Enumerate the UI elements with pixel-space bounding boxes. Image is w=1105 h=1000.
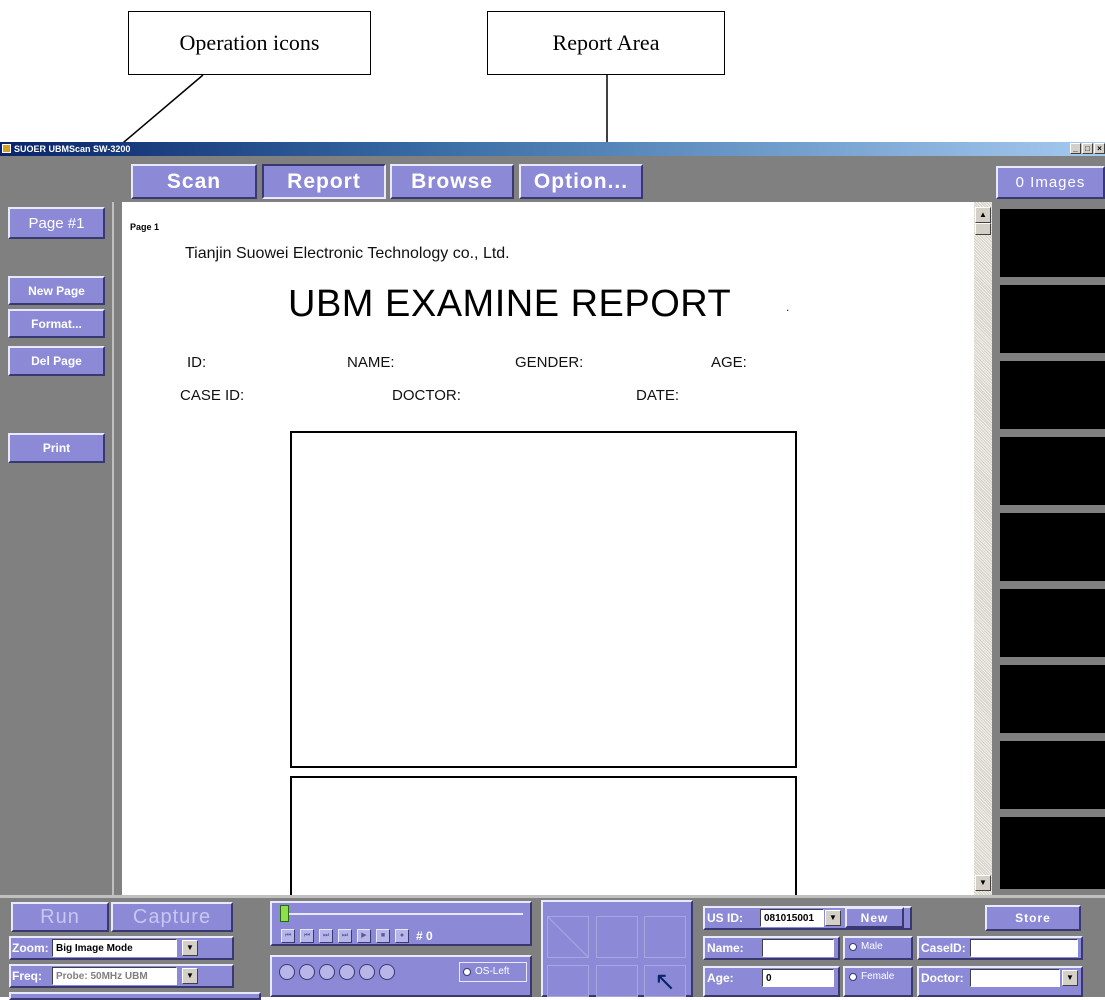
scroll-up-button[interactable]: ▲	[975, 207, 991, 223]
playback-slider-track[interactable]	[283, 913, 523, 915]
maximize-button[interactable]: □	[1082, 143, 1093, 154]
field-age: AGE:	[711, 354, 747, 371]
tab-scan[interactable]: Scan	[131, 164, 257, 199]
first-frame-icon[interactable]: ⏮	[281, 929, 295, 943]
thumbnail-slot[interactable]	[1000, 741, 1105, 809]
clock-icon[interactable]	[319, 964, 335, 980]
frame-counter: # 0	[416, 929, 433, 943]
clock-icon[interactable]	[279, 964, 295, 980]
last-frame-icon[interactable]: ⏭	[338, 929, 352, 943]
thumbnail-slot[interactable]	[1000, 589, 1105, 657]
operation-sidebar	[0, 202, 114, 895]
zoom-select[interactable]: Big Image Mode	[52, 939, 177, 957]
freq-dropdown-icon[interactable]: ▼	[182, 968, 198, 984]
line-tool-icon[interactable]	[547, 916, 589, 958]
os-left-radio[interactable]	[463, 968, 471, 976]
store-button[interactable]: Store	[985, 905, 1081, 931]
us-id-dropdown-icon[interactable]: ▼	[825, 910, 841, 926]
images-count-button[interactable]: 0 Images	[996, 166, 1105, 199]
clock-icon[interactable]	[299, 964, 315, 980]
report-title: UBM EXAMINE REPORT	[288, 283, 732, 325]
close-button[interactable]: ×	[1094, 143, 1105, 154]
thumbnail-slot[interactable]	[1000, 513, 1105, 581]
field-date: DATE:	[636, 387, 680, 404]
report-scrollbar[interactable]: ▲ ▼	[974, 202, 992, 895]
clock-icon[interactable]	[339, 964, 355, 980]
playback-slider-thumb[interactable]	[280, 905, 289, 922]
page-tag: Page 1	[130, 222, 160, 232]
report-image-box-2[interactable]	[290, 776, 797, 901]
extra-bar	[9, 992, 261, 1000]
clock-icon[interactable]	[359, 964, 375, 980]
company-name: Tianjin Suowei Electronic Technology co.…	[185, 245, 510, 262]
field-id: ID:	[187, 354, 207, 371]
tab-browse[interactable]: Browse	[390, 164, 514, 199]
field-case-id: CASE ID:	[180, 387, 245, 404]
thumbnail-slot[interactable]	[1000, 285, 1105, 353]
window-title-bar: SUOER UBMScan SW-3200 _ □ ×	[0, 142, 1105, 156]
age-label: Age:	[707, 971, 734, 985]
female-radio[interactable]	[849, 973, 857, 981]
male-radio[interactable]	[849, 943, 857, 951]
play-icon[interactable]: ▶	[357, 929, 371, 943]
caseid-label: CaseID:	[921, 941, 966, 955]
next-frame-icon[interactable]: ⏭	[319, 929, 333, 943]
caseid-input[interactable]	[970, 939, 1078, 957]
del-page-button[interactable]: Del Page	[8, 346, 105, 376]
zoom-dropdown-icon[interactable]: ▼	[182, 940, 198, 956]
male-label: Male	[861, 941, 883, 952]
field-doctor: DOCTOR:	[392, 387, 461, 404]
tool-slot[interactable]	[547, 965, 589, 997]
scroll-down-button[interactable]: ▼	[975, 875, 991, 891]
tool-slot[interactable]	[596, 965, 638, 997]
thumbnail-slot[interactable]	[1000, 361, 1105, 429]
run-button[interactable]: Run	[11, 902, 109, 932]
format-button[interactable]: Format...	[8, 309, 105, 338]
minimize-button[interactable]: _	[1070, 143, 1081, 154]
freq-select[interactable]: Probe: 50MHz UBM	[52, 967, 177, 985]
print-button[interactable]: Print	[8, 433, 105, 463]
stop-icon[interactable]: ■	[376, 929, 390, 943]
page-number-label: Page #1	[8, 207, 105, 239]
thumbnail-slot[interactable]	[1000, 817, 1105, 889]
record-icon[interactable]: ●	[395, 929, 409, 943]
field-name: NAME:	[347, 354, 395, 371]
thumbnail-slot[interactable]	[1000, 665, 1105, 733]
clock-icon[interactable]	[379, 964, 395, 980]
field-gender: GENDER:	[515, 354, 584, 371]
doctor-dropdown-icon[interactable]: ▼	[1062, 970, 1078, 986]
thumbnail-slot[interactable]	[1000, 437, 1105, 505]
us-id-label: US ID:	[707, 911, 743, 925]
name-label: Name:	[707, 941, 744, 955]
tab-report[interactable]: Report	[262, 164, 386, 199]
tool-slot[interactable]	[644, 916, 686, 958]
tool-slot[interactable]	[596, 916, 638, 958]
age-input[interactable]: 0	[762, 969, 834, 987]
window-title: SUOER UBMScan SW-3200	[14, 144, 131, 154]
name-input[interactable]	[762, 939, 834, 957]
new-page-button[interactable]: New Page	[8, 276, 105, 305]
female-label: Female	[861, 971, 895, 982]
us-id-select[interactable]: 081015001	[760, 909, 824, 927]
pointer-arrow-icon[interactable]: ↖	[644, 965, 686, 997]
new-patient-button[interactable]: New	[845, 907, 904, 928]
os-left-label: OS-Left	[475, 966, 510, 977]
title-dot: .	[786, 300, 790, 314]
app-icon	[2, 144, 11, 153]
tab-options[interactable]: Option...	[519, 164, 643, 199]
zoom-label: Zoom:	[12, 941, 49, 955]
scroll-thumb[interactable]	[975, 223, 991, 235]
doctor-label: Doctor:	[921, 971, 964, 985]
report-image-box-1[interactable]	[290, 431, 797, 768]
freq-label: Freq:	[12, 969, 42, 983]
thumbnail-slot[interactable]	[1000, 209, 1105, 277]
capture-button[interactable]: Capture	[111, 902, 233, 932]
doctor-select[interactable]	[970, 969, 1060, 987]
prev-frame-icon[interactable]: ⏮	[300, 929, 314, 943]
